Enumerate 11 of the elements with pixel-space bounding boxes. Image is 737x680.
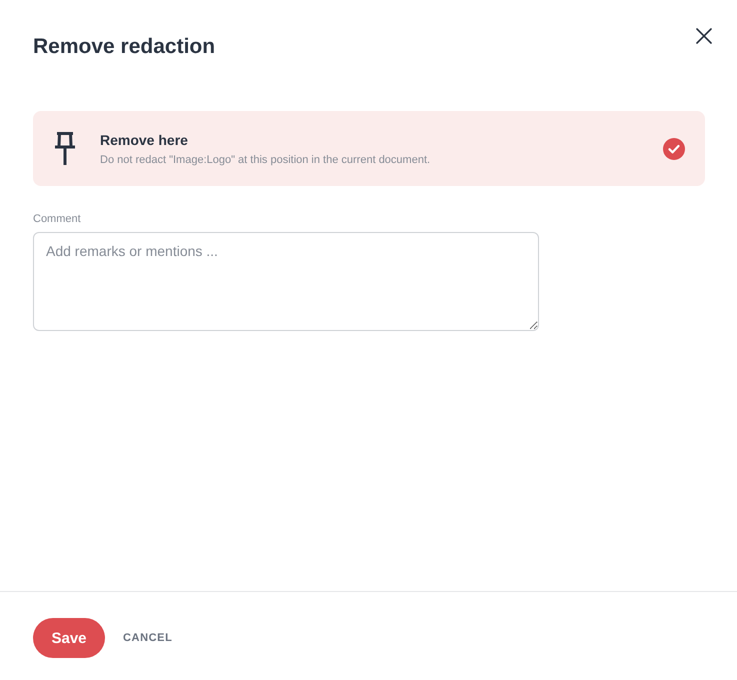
close-icon[interactable] — [696, 28, 712, 44]
option-title: Remove here — [100, 130, 189, 148]
comment-field[interactable]: Add remarks or mentions ... — [33, 232, 539, 331]
dialog-title: Remove redaction — [33, 34, 216, 60]
check-circle-icon — [663, 138, 685, 160]
cancel-button[interactable]: CANCEL — [123, 628, 172, 648]
save-button[interactable]: Save — [33, 618, 105, 658]
comment-label: Comment — [33, 212, 81, 226]
option-description: Do not redact "Image:Logo" at this position in the current document. — [100, 152, 432, 166]
option-card[interactable]: Remove here Do not redact "Image:Logo" at this position in the current document. — [33, 111, 705, 186]
pushpin-icon — [53, 130, 77, 166]
